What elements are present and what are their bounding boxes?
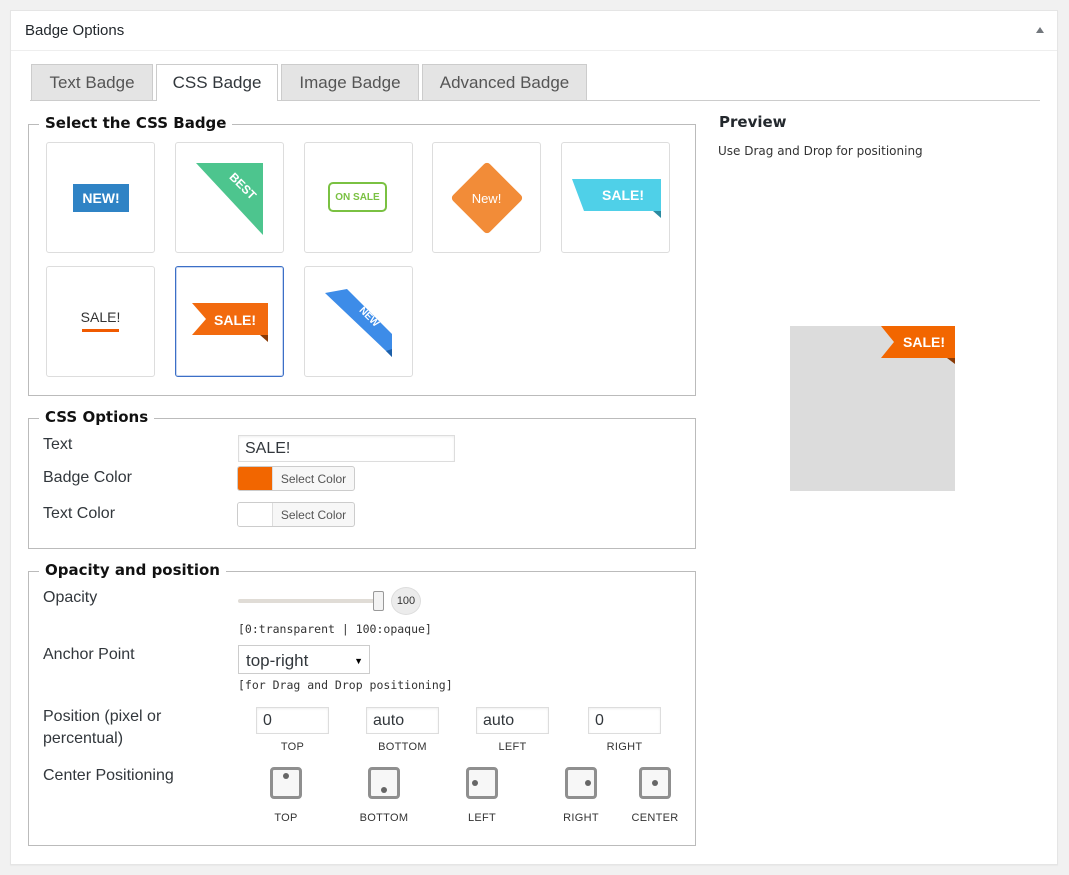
badge-text-input[interactable]: [238, 435, 455, 462]
opacity-slider-handle[interactable]: [373, 591, 384, 611]
badge-preview-new: NEW!: [73, 184, 129, 212]
best-corner-shape: BEST: [196, 163, 263, 235]
anchor-hint: [for Drag and Drop positioning]: [238, 678, 453, 692]
dropdown-caret-icon: ▼: [354, 656, 363, 666]
center-bottom-option[interactable]: [368, 767, 400, 799]
center-left-caption: LEFT: [467, 812, 497, 824]
tab-image-badge[interactable]: Image Badge: [281, 64, 419, 100]
text-label: Text: [43, 436, 73, 453]
center-bottom-caption: BOTTOM: [359, 812, 409, 824]
tab-advanced-badge[interactable]: Advanced Badge: [422, 64, 587, 100]
tab-text-badge[interactable]: Text Badge: [31, 64, 153, 100]
badge-color-select-label: Select Color: [280, 471, 347, 486]
collapse-arrow-icon[interactable]: [1036, 27, 1044, 33]
text-color-select-label: Select Color: [280, 507, 347, 522]
position-label: Position (pixel or percentual): [43, 708, 162, 747]
badge-option-underline[interactable]: SALE!: [46, 266, 155, 377]
badge-option-blue-diagonal[interactable]: NEW: [304, 266, 413, 377]
center-positioning-label: Center Positioning: [43, 767, 174, 784]
position-bottom-caption: BOTTOM: [378, 741, 427, 753]
opacity-hint: [0:transparent | 100:opaque]: [238, 622, 432, 636]
anchor-point-value: top-right: [246, 651, 309, 670]
badge-option-on-sale[interactable]: ON SALE: [304, 142, 413, 253]
badge-preview-cyan-text: SALE!: [602, 187, 644, 203]
badge-option-new-label[interactable]: NEW!: [46, 142, 155, 253]
position-top-caption: TOP: [280, 741, 305, 753]
anchor-point-select[interactable]: top-right ▼: [238, 645, 370, 674]
anchor-point-label: Anchor Point: [43, 646, 135, 663]
preview-subtitle: Use Drag and Drop for positioning: [718, 144, 923, 158]
badge-color-swatch: [238, 467, 273, 490]
tab-css-badge[interactable]: CSS Badge: [156, 64, 278, 101]
badge-preview-diamond-text: New!: [471, 191, 502, 206]
position-bottom-input[interactable]: [366, 707, 439, 734]
badge-color-picker[interactable]: Select Color: [237, 466, 355, 491]
badge-option-cyan-ribbon[interactable]: SALE!: [561, 142, 670, 253]
center-top-caption: TOP: [274, 812, 298, 824]
select-css-badge-legend: Select the CSS Badge: [39, 114, 233, 132]
opacity-slider-track[interactable]: [238, 599, 384, 603]
badge-preview-underline-text: SALE!: [80, 309, 121, 325]
preview-title: Preview: [719, 113, 787, 131]
position-left-input[interactable]: [476, 707, 549, 734]
center-left-option[interactable]: [466, 767, 498, 799]
css-options-legend: CSS Options: [39, 408, 155, 426]
opacity-label: Opacity: [43, 589, 98, 606]
text-color-picker[interactable]: Select Color: [237, 502, 355, 527]
center-right-option[interactable]: [565, 767, 597, 799]
opacity-value-bubble: 100: [391, 587, 421, 615]
badge-preview-on-sale: ON SALE: [328, 182, 387, 212]
position-top-input[interactable]: [256, 707, 329, 734]
text-color-label: Text Color: [43, 505, 116, 522]
text-color-swatch: [238, 503, 273, 526]
badge-preview-orange-text: SALE!: [214, 312, 256, 328]
panel-title: Badge Options: [25, 22, 125, 39]
blue-diagonal-shape: NEW: [325, 289, 392, 357]
position-right-caption: RIGHT: [606, 741, 643, 753]
badge-option-diamond[interactable]: New!: [432, 142, 541, 253]
position-right-input[interactable]: [588, 707, 661, 734]
center-top-option[interactable]: [270, 767, 302, 799]
preview-badge-text[interactable]: SALE!: [903, 334, 945, 350]
opacity-position-legend: Opacity and position: [39, 561, 226, 579]
badge-color-label: Badge Color: [43, 469, 132, 486]
underline-bar: [82, 329, 119, 332]
preview-canvas: SALE!: [790, 326, 955, 491]
center-right-caption: RIGHT: [563, 812, 599, 824]
badge-option-best-corner[interactable]: BEST: [175, 142, 284, 253]
panel-header[interactable]: Badge Options: [11, 11, 1057, 51]
position-left-caption: LEFT: [498, 741, 527, 753]
center-center-caption: CENTER: [631, 812, 679, 824]
center-center-option[interactable]: [639, 767, 671, 799]
badge-option-orange-ribbon[interactable]: SALE!: [175, 266, 284, 377]
